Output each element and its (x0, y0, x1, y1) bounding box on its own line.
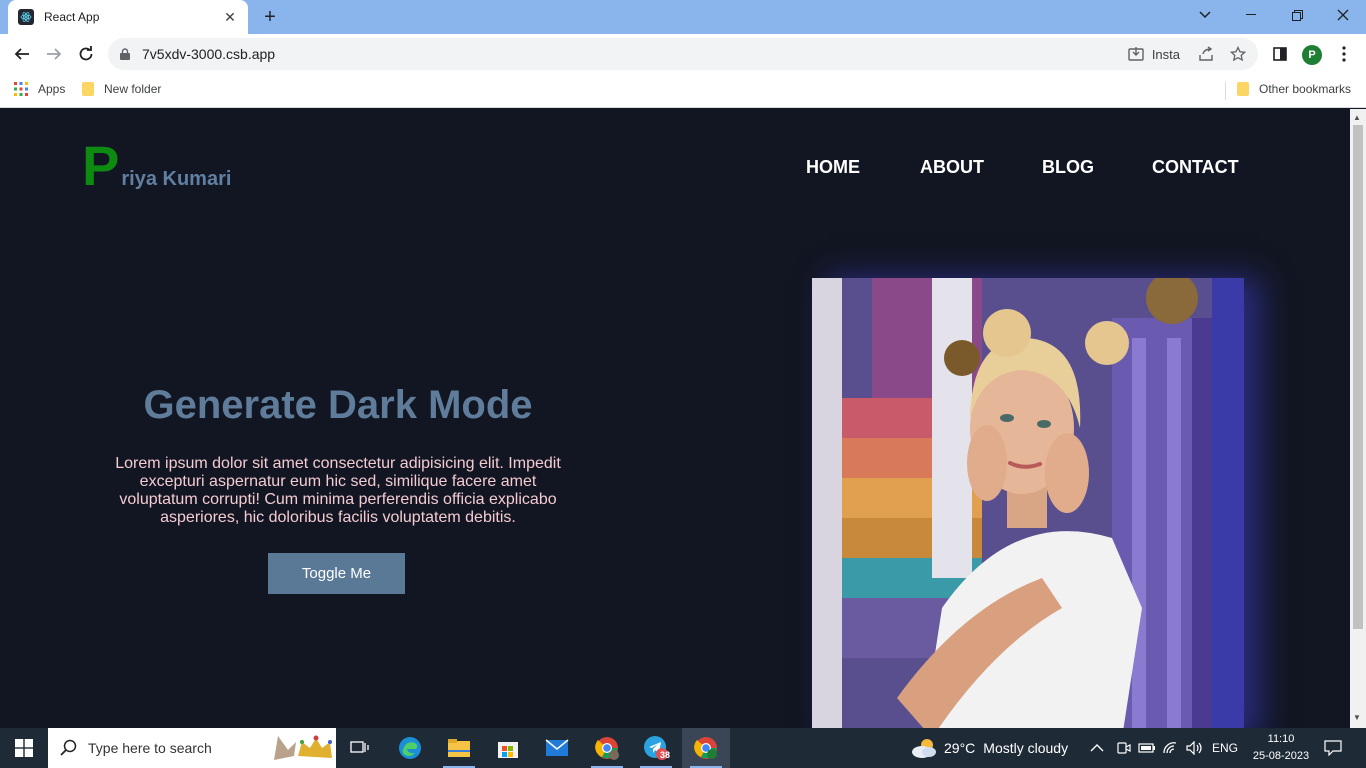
insta-extension-button[interactable]: Insta (1128, 46, 1180, 62)
bookmark-apps-label: Apps (38, 82, 66, 96)
file-explorer-icon[interactable] (435, 728, 483, 768)
side-panel-icon[interactable] (1266, 40, 1294, 68)
nav-about[interactable]: ABOUT (920, 157, 984, 178)
nav-home[interactable]: HOME (806, 157, 860, 178)
lock-icon (120, 48, 130, 60)
scrollbar-thumb[interactable] (1353, 125, 1363, 629)
taskbar-clock[interactable]: 11:10 25-08-2023 (1246, 731, 1316, 765)
bookmark-new-folder-label: New folder (104, 82, 162, 96)
browser-tab-strip: React App ✕ + (0, 0, 1366, 34)
share-icon[interactable] (1194, 42, 1218, 66)
scroll-down-arrow-icon[interactable]: ▼ (1353, 713, 1361, 722)
show-hidden-icons-button[interactable] (1090, 728, 1104, 768)
notification-center-icon[interactable] (1324, 728, 1342, 768)
insta-label: Insta (1151, 46, 1180, 62)
cloudy-weather-icon (912, 739, 936, 758)
meet-now-icon[interactable] (1115, 728, 1131, 768)
restore-button[interactable] (1274, 0, 1320, 30)
language-indicator[interactable]: ENG (1212, 728, 1238, 768)
tab-close-icon[interactable]: ✕ (222, 9, 238, 26)
wifi-icon[interactable] (1162, 728, 1180, 768)
clock-time: 11:10 (1267, 733, 1295, 745)
windows-taskbar: Type here to search 38 29°C Mostly cloud… (0, 728, 1366, 768)
bookmark-other-label: Other bookmarks (1259, 82, 1352, 96)
install-icon (1128, 47, 1144, 61)
react-favicon-icon (18, 9, 34, 25)
page-scrollbar[interactable]: ▲ ▼ (1350, 109, 1366, 728)
profile-avatar[interactable]: P (1302, 45, 1322, 65)
folder-icon (1237, 82, 1249, 96)
logo-name: riya Kumari (121, 168, 232, 190)
minimize-button[interactable] (1228, 0, 1274, 30)
mail-icon[interactable] (533, 728, 581, 768)
start-button[interactable] (0, 728, 48, 768)
search-placeholder: Type here to search (88, 740, 212, 756)
tab-title: React App (44, 10, 100, 24)
back-button[interactable] (8, 40, 36, 68)
hero-title: Generate Dark Mode (143, 383, 533, 427)
forward-button[interactable] (40, 40, 68, 68)
scroll-up-arrow-icon[interactable]: ▲ (1353, 113, 1361, 122)
browser-toolbar: 7v5xdv-3000.csb.app Insta (0, 34, 1366, 74)
weather-temp: 29°C (944, 740, 976, 756)
portrait-photo (812, 278, 1212, 728)
folder-icon (82, 82, 94, 96)
bookmark-other[interactable]: Other bookmarks (1237, 82, 1351, 96)
nav-blog[interactable]: BLOG (1042, 157, 1094, 178)
close-window-button[interactable] (1320, 0, 1366, 30)
taskbar-search-box[interactable]: Type here to search (48, 728, 336, 768)
bookmark-apps[interactable]: Apps (14, 82, 65, 96)
edge-browser-icon[interactable] (386, 728, 434, 768)
chrome-icon[interactable] (682, 728, 730, 768)
url-text: 7v5xdv-3000.csb.app (142, 46, 276, 62)
clock-date: 25-08-2023 (1252, 750, 1310, 762)
bookmarks-divider (1225, 82, 1226, 100)
telegram-badge: 38 (660, 750, 671, 760)
microsoft-store-icon[interactable] (484, 728, 532, 768)
weather-desc: Mostly cloudy (983, 740, 1069, 756)
bookmark-star-icon[interactable] (1226, 42, 1250, 66)
windows-logo-icon (15, 739, 33, 757)
toggle-mode-button[interactable]: Toggle Me (268, 553, 405, 594)
reload-button[interactable] (72, 40, 100, 68)
tab-search-chevron-icon[interactable] (1182, 0, 1228, 30)
weather-widget[interactable]: 29°C Mostly cloudy (910, 728, 1068, 768)
browser-tab[interactable]: React App ✕ (8, 0, 248, 34)
battery-icon[interactable] (1138, 728, 1156, 768)
bookmarks-bar: Apps New folder Other bookmarks (0, 74, 1366, 108)
apps-grid-icon (14, 82, 28, 96)
site-logo[interactable]: P riya Kumari (82, 134, 232, 197)
logo-initial: P (82, 134, 120, 197)
nav-contact[interactable]: CONTACT (1152, 157, 1239, 178)
search-icon (60, 739, 77, 756)
volume-icon[interactable] (1186, 728, 1204, 768)
chrome-profile-icon[interactable] (583, 728, 631, 768)
search-highlight-crown-icon (274, 735, 332, 760)
telegram-icon[interactable]: 38 (632, 728, 680, 768)
task-view-icon[interactable] (336, 728, 384, 768)
menu-kebab-icon[interactable] (1330, 40, 1358, 68)
new-tab-button[interactable]: + (258, 5, 282, 29)
address-bar[interactable]: 7v5xdv-3000.csb.app Insta (108, 38, 1258, 70)
web-page: P riya Kumari HOME ABOUT BLOG CONTACT Ge… (0, 109, 1350, 728)
hero-paragraph: Lorem ipsum dolor sit amet consectetur a… (115, 455, 561, 526)
bookmark-new-folder[interactable]: New folder (82, 82, 161, 96)
